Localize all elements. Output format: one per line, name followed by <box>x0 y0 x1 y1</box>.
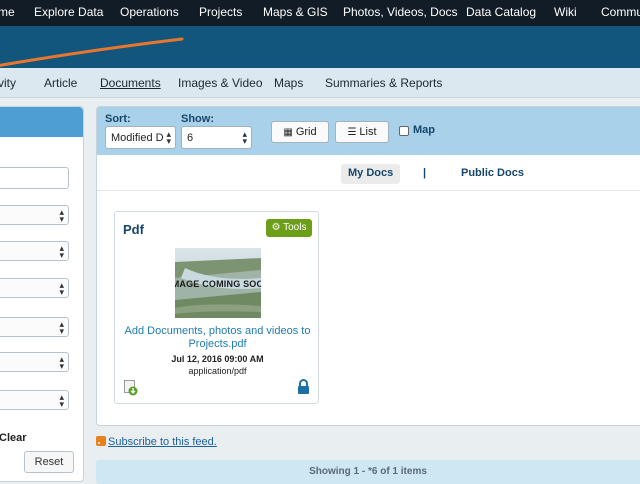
select-arrows-icon: ▴ ▾ <box>59 243 64 260</box>
subscribe-feed-label: Subscribe to this feed. <box>108 436 217 448</box>
document-card: Pdf ⚙ Tools IMAGE COMING SOON <box>114 211 319 404</box>
documents-toolbar: Sort: Modified D ▴ ▾ Show: 6 ▴ ▾ ▦ Grid ☰ Li… <box>97 107 640 155</box>
sort-select-value: Modified D <box>111 132 164 144</box>
grid-view-button[interactable]: ▦ Grid <box>271 121 329 143</box>
grid-view-label: Grid <box>295 126 317 138</box>
tools-label: Tools <box>283 222 307 233</box>
sort-label: Sort: <box>105 113 131 125</box>
list-view-label: List <box>359 126 377 138</box>
thumbnail-caption: IMAGE COMING SOON <box>175 279 261 289</box>
subnav-item-documents[interactable]: Documents <box>100 76 161 90</box>
filter-select-1[interactable]: ▴ ▾ <box>0 205 69 225</box>
map-label: Map <box>413 124 435 136</box>
lock-icon <box>298 379 309 394</box>
document-date: Jul 12, 2016 09:00 AM <box>171 354 264 364</box>
tab-public-docs[interactable]: Public Docs <box>461 167 524 179</box>
subnav-item-activity[interactable]: vity <box>0 76 16 90</box>
download-icon[interactable] <box>124 380 138 396</box>
clear-link[interactable]: Clear <box>0 432 27 444</box>
list-icon: ☰ <box>347 127 357 138</box>
show-label: Show: <box>181 113 214 125</box>
nav-item-data-catalog[interactable]: Data Catalog <box>466 5 536 19</box>
tools-button[interactable]: ⚙ Tools <box>266 219 312 237</box>
filter-search-input[interactable] <box>0 167 69 189</box>
rss-icon <box>96 436 106 446</box>
select-arrows-icon: ▴ ▾ <box>59 280 64 297</box>
card-title: Pdf <box>123 222 144 237</box>
subnav-item-maps[interactable]: Maps <box>274 76 303 90</box>
nav-item-photos-videos-docs[interactable]: Photos, Videos, Docs <box>343 5 458 19</box>
filter-select-2[interactable]: ▴ ▾ <box>0 241 69 261</box>
filter-select-4[interactable]: ▴ ▾ <box>0 317 69 337</box>
grid-icon: ▦ <box>283 127 293 138</box>
select-arrows-icon: ▴ ▾ <box>59 319 64 336</box>
subnav-item-article[interactable]: Article <box>44 76 77 90</box>
filter-select-5[interactable]: ▴ ▾ <box>0 352 69 372</box>
filter-panel: ▴ ▾ ▴ ▾ ▴ ▾ ▴ ▾ ▴ ▾ ▴ ▾ Clear Reset <box>0 106 84 482</box>
subnav-item-images-video[interactable]: Images & Video <box>178 76 263 90</box>
pagination-status: Showing 1 - *6 of 1 items <box>309 466 427 477</box>
document-mime-type: application/pdf <box>188 366 247 376</box>
pagination-bar: Showing 1 - *6 of 1 items <box>96 460 640 484</box>
filter-select-3[interactable]: ▴ ▾ <box>0 278 69 298</box>
nav-item-wiki[interactable]: Wiki <box>554 5 577 19</box>
sort-select[interactable]: Modified D ▴ ▾ <box>105 126 176 149</box>
select-arrows-icon: ▴ ▾ <box>59 207 64 224</box>
select-arrows-icon: ▴ ▾ <box>59 354 64 371</box>
gear-icon: ⚙ <box>271 222 281 233</box>
nav-item-explore-data[interactable]: Explore Data <box>34 5 103 19</box>
header-banner <box>0 26 640 68</box>
subscribe-feed-link[interactable]: Subscribe to this feed. <box>96 436 217 448</box>
select-arrows-icon: ▴ ▾ <box>166 129 171 146</box>
tab-separator: | <box>423 167 427 179</box>
tab-my-docs[interactable]: My Docs <box>341 164 401 184</box>
subnav-item-summaries-reports[interactable]: Summaries & Reports <box>325 76 442 90</box>
filter-panel-header <box>0 107 83 137</box>
sub-nav: vity Article Documents Images & Video Ma… <box>0 68 640 98</box>
nav-item-community[interactable]: Commu <box>601 5 640 19</box>
banner-annotation-stroke <box>0 37 184 67</box>
document-thumbnail[interactable]: IMAGE COMING SOON <box>175 248 261 318</box>
select-arrows-icon: ▴ ▾ <box>59 392 64 409</box>
list-view-button[interactable]: ☰ List <box>335 121 389 143</box>
document-link[interactable]: Add Documents, photos and videos to Proj… <box>115 325 320 351</box>
filter-select-6[interactable]: ▴ ▾ <box>0 390 69 410</box>
nav-item-maps-gis[interactable]: Maps & GIS <box>263 5 328 19</box>
nav-item-home[interactable]: me <box>0 5 15 19</box>
documents-panel: Sort: Modified D ▴ ▾ Show: 6 ▴ ▾ ▦ Grid ☰ Li… <box>96 106 640 426</box>
select-arrows-icon: ▴ ▾ <box>242 129 247 146</box>
nav-item-projects[interactable]: Projects <box>199 5 242 19</box>
nav-item-operations[interactable]: Operations <box>120 5 179 19</box>
doc-tabs: My Docs | Public Docs <box>97 155 640 191</box>
top-nav: me Explore Data Operations Projects Maps… <box>0 0 640 26</box>
show-select-value: 6 <box>187 132 194 144</box>
reset-button[interactable]: Reset <box>24 451 74 473</box>
map-checkbox[interactable] <box>399 126 409 136</box>
show-select[interactable]: 6 ▴ ▾ <box>181 126 252 149</box>
